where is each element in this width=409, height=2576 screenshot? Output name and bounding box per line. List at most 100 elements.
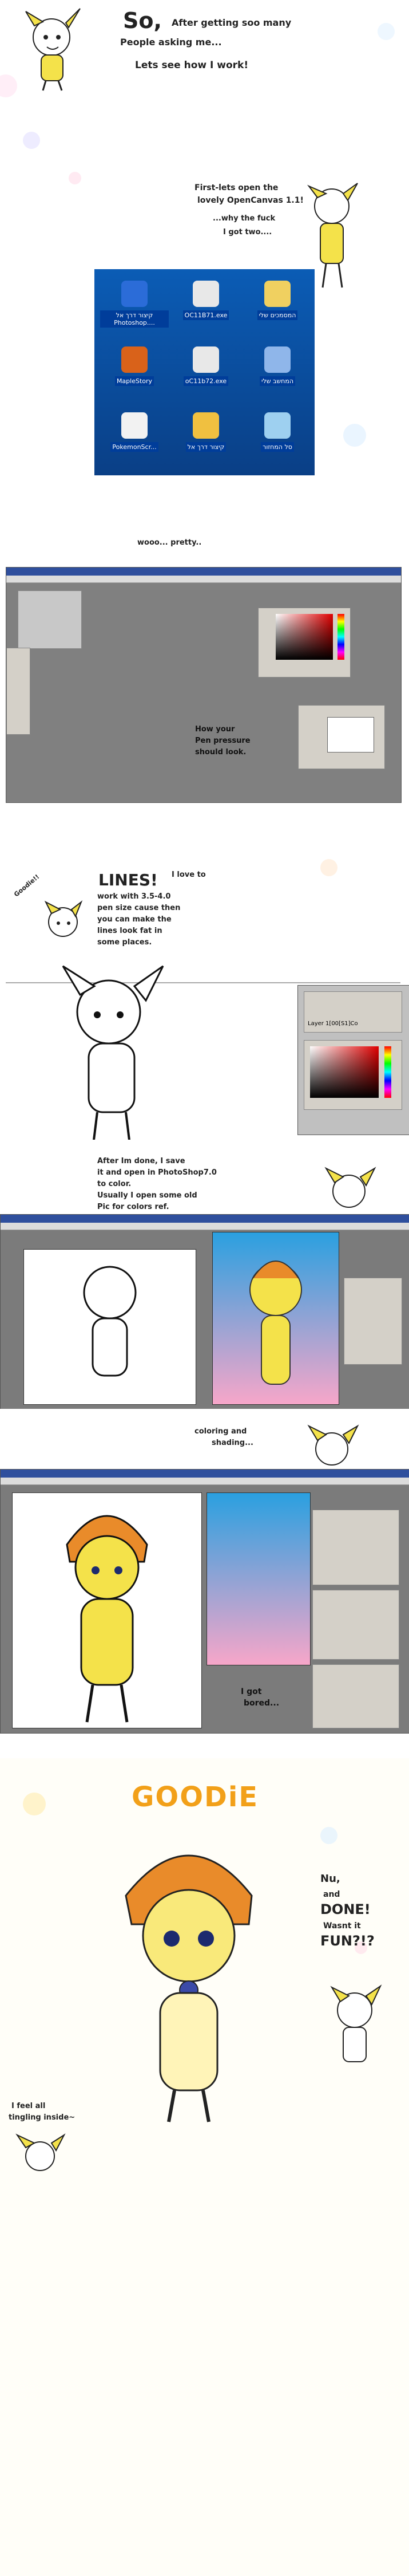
finale-title: GOODiE bbox=[132, 1781, 259, 1813]
desktop-icon[interactable]: קיצור דרך אל Photoshop.... bbox=[100, 281, 169, 329]
finale-feel-1: I feel all bbox=[11, 2102, 46, 2110]
opencanvas-icon bbox=[193, 281, 219, 307]
decor-dots bbox=[23, 132, 40, 149]
decor-dots bbox=[320, 859, 337, 876]
finale-feel-2: tingling inside~ bbox=[9, 2113, 76, 2122]
desktop-icon[interactable]: MapleStory bbox=[100, 346, 169, 395]
desktop-icon-label: סל המחזור bbox=[261, 442, 294, 452]
lines-line-6: some places. bbox=[97, 938, 152, 947]
layer-label: Layer 1[00[S1]Co bbox=[308, 1021, 358, 1027]
opencanvas-icon bbox=[193, 346, 219, 373]
hue-slider[interactable] bbox=[337, 614, 344, 660]
intro-heading: So, bbox=[123, 8, 162, 33]
tool-strip[interactable] bbox=[6, 648, 30, 735]
desktop-icon[interactable]: סל המחזור bbox=[243, 412, 312, 461]
window-titlebar[interactable] bbox=[1, 1215, 409, 1223]
character-small-icon bbox=[15, 2133, 66, 2171]
ps-note-3: to color. bbox=[97, 1180, 132, 1188]
window-menubar[interactable] bbox=[1, 1223, 409, 1230]
color-picker-panel[interactable] bbox=[258, 608, 351, 678]
decor-dots bbox=[343, 424, 366, 447]
canvas-thumbnail bbox=[18, 590, 82, 649]
recycle-bin-icon bbox=[264, 412, 291, 439]
ps-note-2: it and open in PhotoShop7.0 bbox=[97, 1168, 217, 1177]
pressure-curve[interactable] bbox=[327, 717, 374, 753]
character-peeking-icon bbox=[307, 1424, 359, 1466]
opencanvas-window[interactable]: How your Pen pressure should look. bbox=[6, 567, 402, 803]
window-titlebar[interactable] bbox=[1, 1470, 409, 1478]
photoshop-window[interactable] bbox=[0, 1214, 409, 1409]
lines-line-5: lines look fat in bbox=[97, 927, 162, 935]
character-dizzy-icon bbox=[330, 1984, 382, 2062]
photoshop-shortcut-icon bbox=[121, 281, 148, 307]
desktop-icon-label: MapleStory bbox=[114, 376, 154, 386]
character-sketch-icon bbox=[25, 8, 81, 91]
hue-slider[interactable] bbox=[384, 1046, 391, 1098]
desktop-icon-label: oC11b72.exe bbox=[183, 376, 229, 386]
finale-exclaim-1: Nu, bbox=[320, 1873, 340, 1885]
intro-line-1: After getting soo many bbox=[172, 17, 292, 28]
lines-line-4: you can make the bbox=[97, 915, 172, 924]
desktop-icon[interactable]: המסמכים שלי bbox=[243, 281, 312, 329]
swatches-panel[interactable] bbox=[344, 1278, 402, 1365]
opencanvas-panels[interactable]: Layer 1[00[S1]Co bbox=[297, 985, 409, 1135]
lines-panel: LINES! I love to work with 3.5-4.0 pen s… bbox=[0, 848, 409, 1140]
lineart-document[interactable] bbox=[23, 1249, 196, 1405]
swatches-panel[interactable] bbox=[312, 1510, 399, 1585]
reference-document[interactable] bbox=[212, 1232, 339, 1405]
lines-line-1: I love to bbox=[172, 871, 206, 879]
character-peeking-icon bbox=[324, 1167, 376, 1208]
coloring-document[interactable] bbox=[12, 1492, 202, 1728]
coloring-panel: coloring and shading... I got bored... bbox=[0, 1415, 409, 1747]
desktop-note-1: First-lets open the bbox=[194, 183, 279, 192]
color-gradient-dark bbox=[310, 1046, 379, 1098]
pen-pressure-panel[interactable] bbox=[298, 705, 385, 769]
desktop-icon[interactable]: קיצור דרך אל bbox=[172, 412, 240, 461]
lineart-character bbox=[62, 965, 164, 1140]
finale-exclaim-4: Wasnt it bbox=[323, 1921, 361, 1931]
finale-exclaim-3: DONE! bbox=[320, 1901, 371, 1917]
brush-panel[interactable] bbox=[312, 1664, 399, 1728]
my-computer-icon bbox=[264, 346, 291, 373]
reference-document[interactable] bbox=[207, 1492, 311, 1665]
opencanvas-panel: wooo... pretty.. How your Pen pressure s… bbox=[0, 527, 409, 836]
maplestory-icon bbox=[121, 346, 148, 373]
ps-note-5: Pic for colors ref. bbox=[97, 1203, 169, 1211]
desktop-icon[interactable]: המחשב שלי bbox=[243, 346, 312, 395]
my-documents-icon bbox=[264, 281, 291, 307]
window-titlebar[interactable] bbox=[6, 568, 401, 576]
coloring-comment-2: shading... bbox=[212, 1439, 253, 1447]
desktop-panel: First-lets open the lovely OpenCanvas 1.… bbox=[0, 103, 409, 510]
photoshop-window[interactable]: I got bored... bbox=[0, 1469, 409, 1734]
finale-exclaim-2: and bbox=[323, 1890, 340, 1899]
intro-panel: So, After getting soo many People asking… bbox=[0, 0, 409, 97]
opencanvas-comment: wooo... pretty.. bbox=[137, 538, 202, 547]
bored-note-1: I got bbox=[241, 1687, 262, 1696]
window-menubar[interactable] bbox=[1, 1478, 409, 1485]
desktop-icon[interactable]: oC11b72.exe bbox=[172, 346, 240, 395]
finale-exclaim-5: FUN?!? bbox=[320, 1933, 375, 1949]
decor-dots bbox=[69, 172, 81, 184]
pressure-note-3: should look. bbox=[195, 748, 247, 757]
desktop-icon[interactable]: OC11B71.exe bbox=[172, 281, 240, 329]
layers-panel[interactable] bbox=[312, 1590, 399, 1660]
desktop-screenshot: קיצור דרך אל Photoshop.... OC11B71.exe המס… bbox=[94, 269, 315, 475]
layer-panel[interactable]: Layer 1[00[S1]Co bbox=[304, 991, 402, 1033]
intro-line-3: Lets see how I work! bbox=[135, 60, 249, 71]
desktop-icon-label: PokemonScr... bbox=[110, 442, 158, 452]
decor-dots bbox=[23, 1793, 46, 1815]
lines-side-note: Goodie!! bbox=[13, 873, 41, 899]
desktop-icon[interactable]: PokemonScr... bbox=[100, 412, 169, 461]
desktop-note-3: ...why the fuck bbox=[213, 214, 276, 223]
intro-line-2: People asking me... bbox=[120, 37, 222, 48]
color-picker-panel[interactable] bbox=[304, 1040, 402, 1110]
bored-note-2: bored... bbox=[244, 1699, 280, 1708]
ps-note-4: Usually I open some old bbox=[97, 1191, 197, 1200]
photoshop-open-panel: After Im done, I save it and open in Pho… bbox=[0, 1145, 409, 1409]
desktop-icon-label: המסמכים שלי bbox=[257, 310, 298, 320]
pokemon-icon bbox=[121, 412, 148, 439]
decor-dots bbox=[378, 23, 395, 40]
desktop-icon-label: OC11B71.exe bbox=[182, 310, 229, 320]
window-menubar[interactable] bbox=[6, 576, 401, 583]
desktop-icon-label: קיצור דרך אל bbox=[185, 442, 227, 452]
